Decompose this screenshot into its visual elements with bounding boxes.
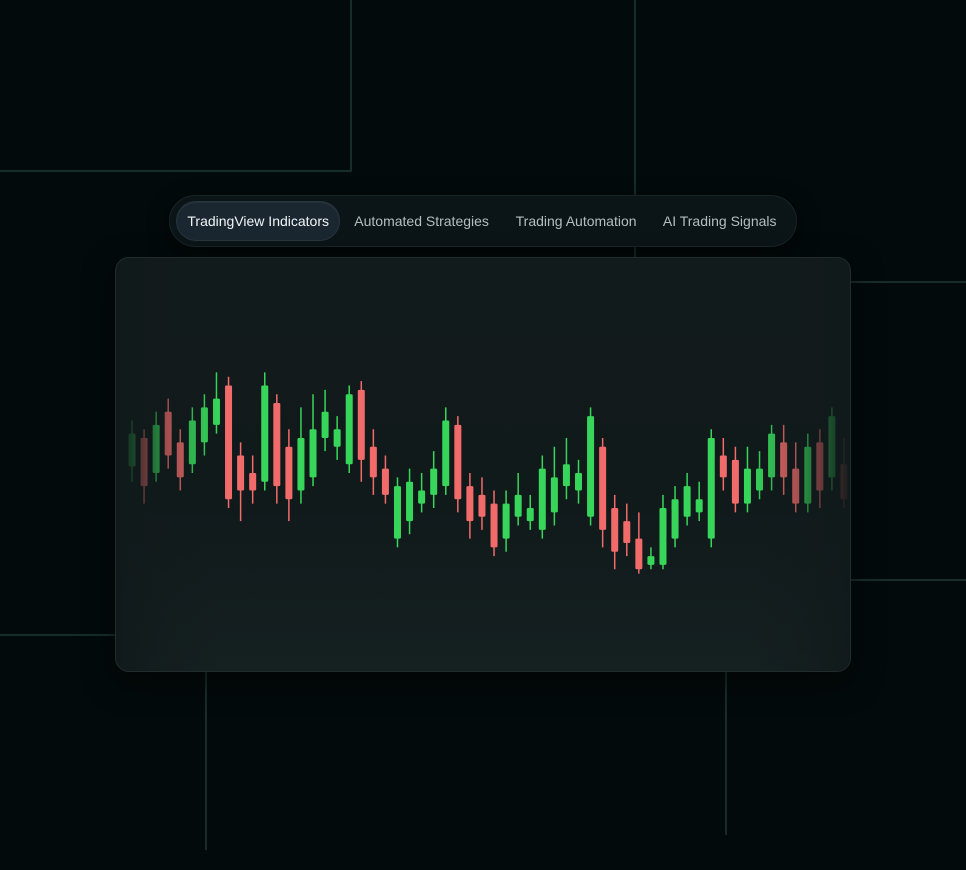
tab-tradingview-indicators[interactable]: TradingView Indicators	[176, 201, 341, 241]
candlestick-chart-card	[115, 257, 851, 672]
chart-edge-fade	[116, 258, 850, 671]
tab-trading-automation[interactable]: Trading Automation	[503, 201, 650, 241]
candlestick-chart	[116, 258, 850, 671]
tab-ai-trading-signals[interactable]: AI Trading Signals	[649, 201, 790, 241]
feature-tabs: TradingView Indicators Automated Strateg…	[169, 195, 797, 247]
grid-line-top-left	[0, 0, 352, 172]
tab-automated-strategies[interactable]: Automated Strategies	[340, 201, 502, 241]
